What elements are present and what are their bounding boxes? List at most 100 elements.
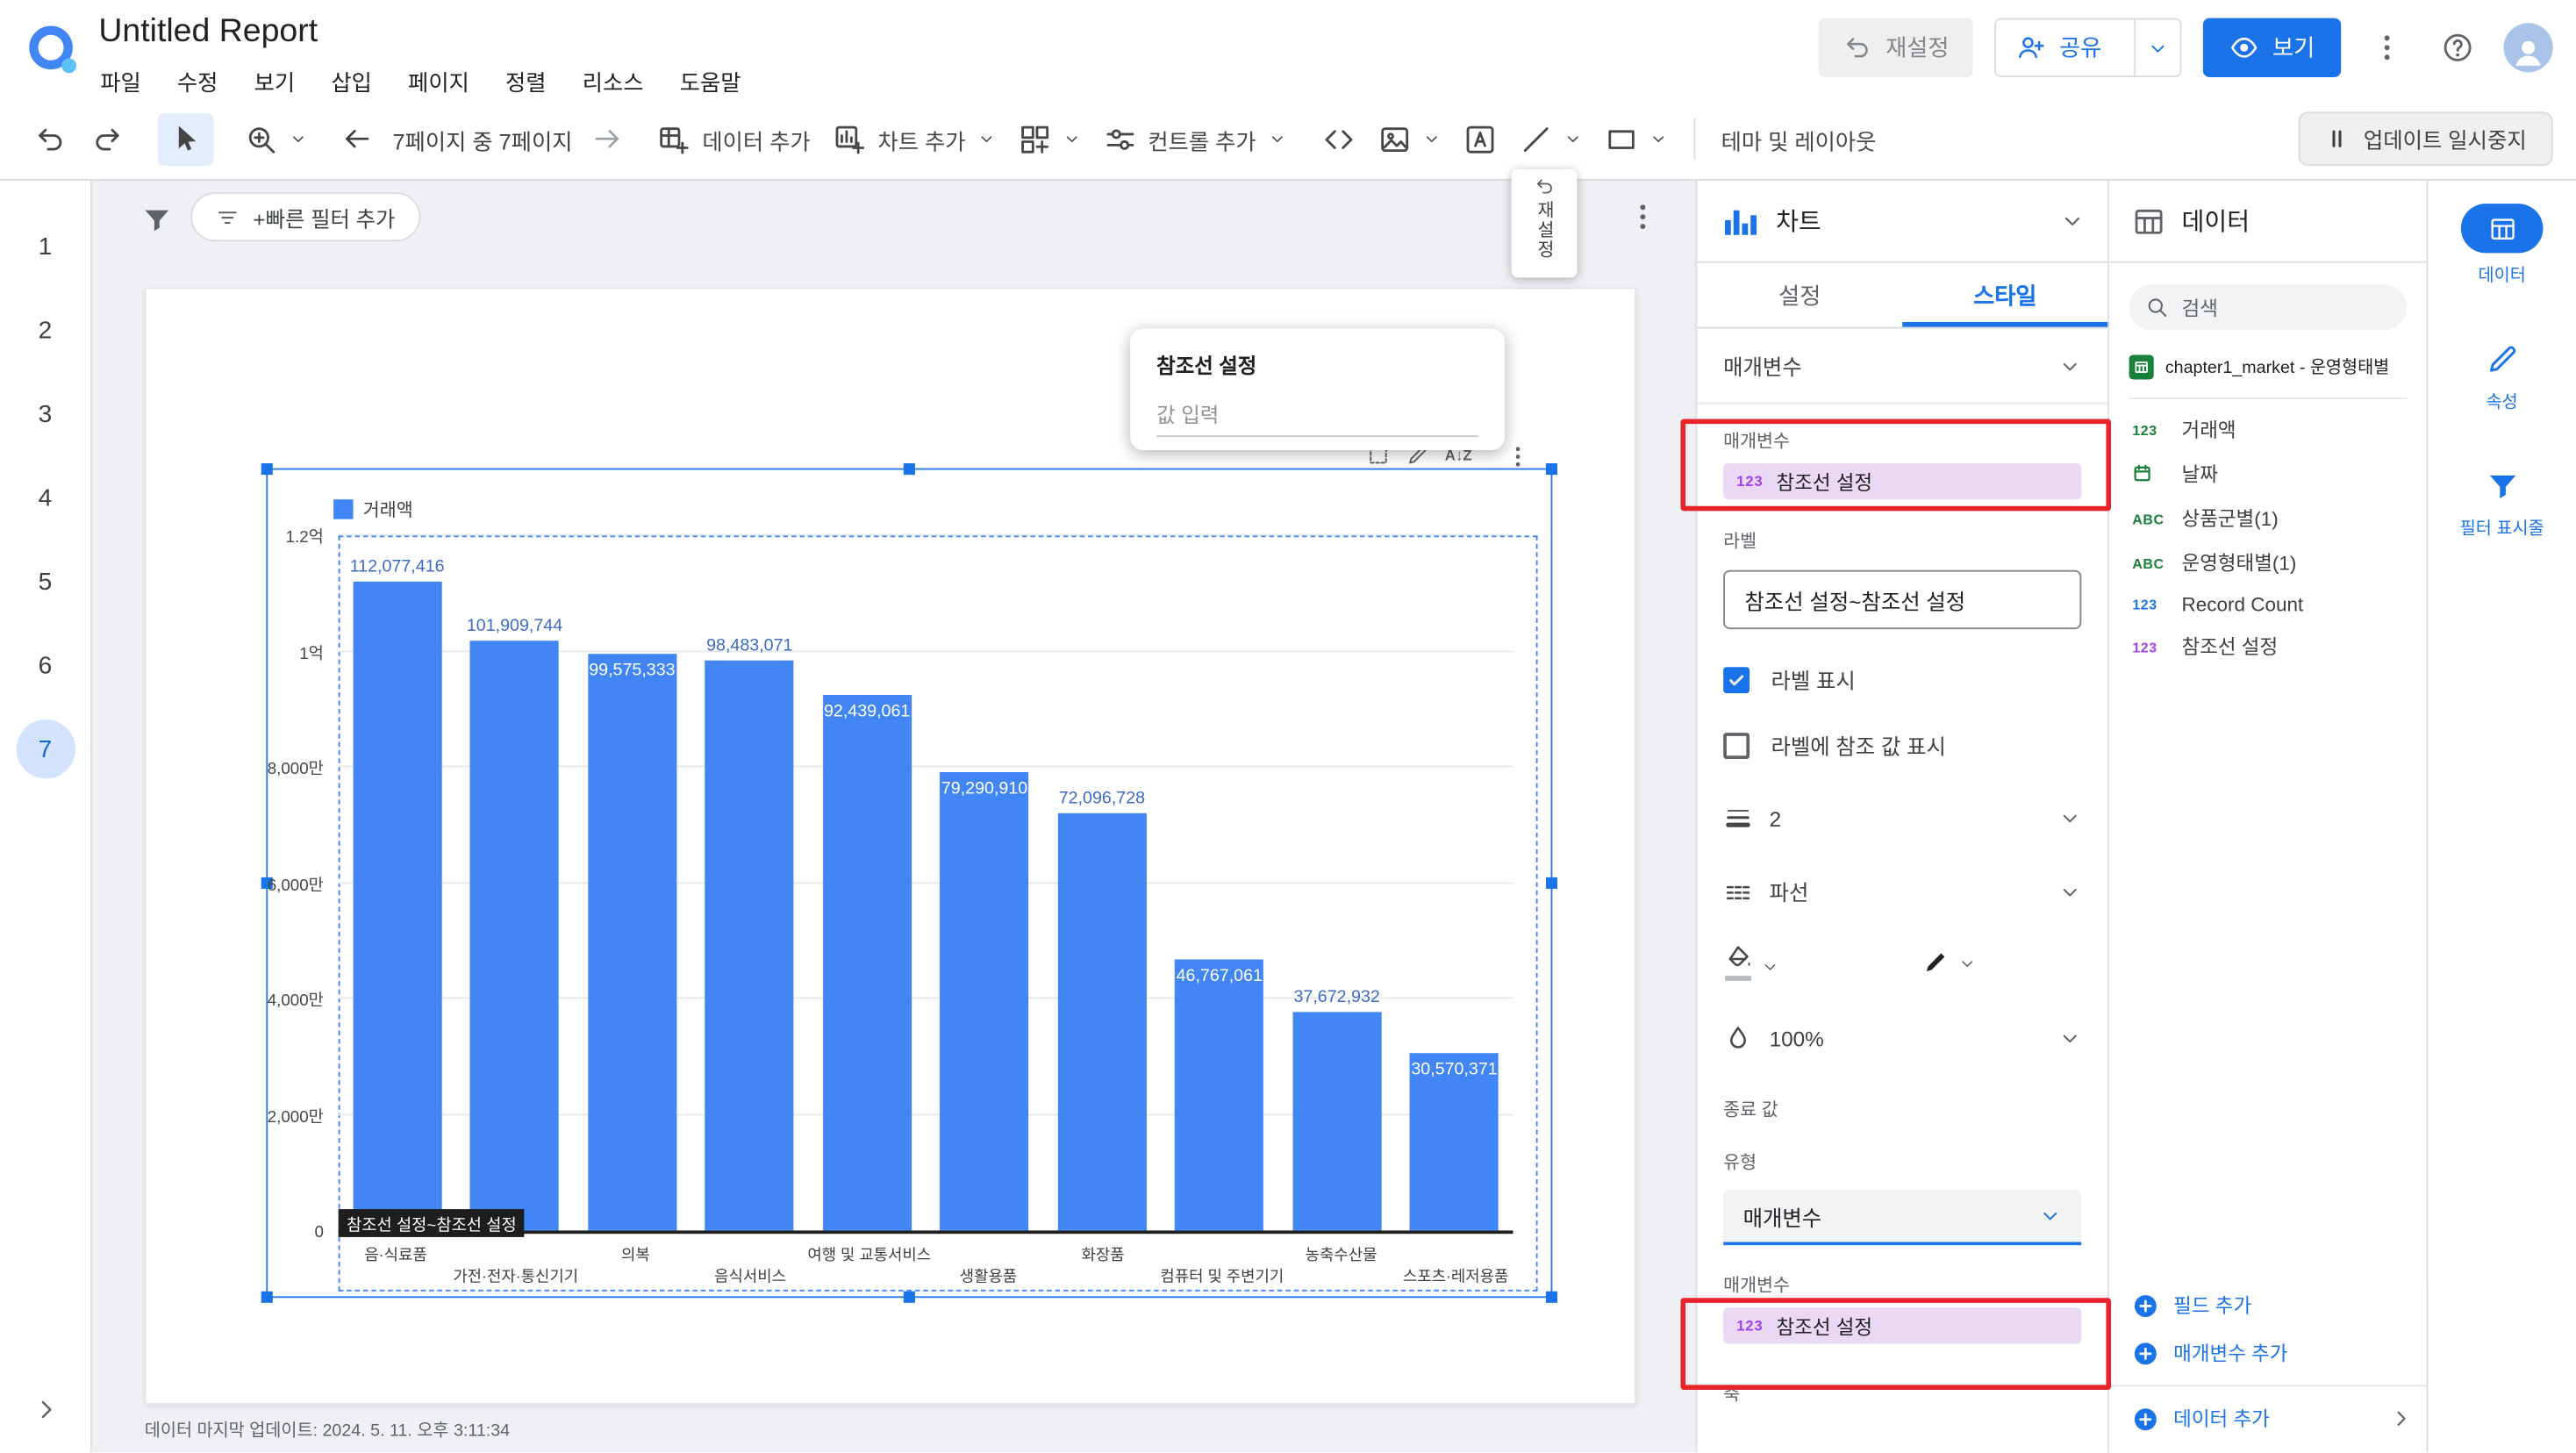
line-weight-dropdown[interactable]: 2 (1723, 804, 2081, 834)
url-embed-button[interactable] (1310, 112, 1366, 165)
redo-button[interactable] (79, 112, 135, 165)
bar[interactable]: 30,570,371 (1409, 1053, 1499, 1231)
cursor-tool-button[interactable] (157, 112, 214, 166)
selection-handle[interactable] (261, 1291, 273, 1303)
field-row[interactable]: ABC 상품군별(1) (2109, 496, 2426, 540)
tab-style[interactable]: 스타일 (1902, 263, 2108, 327)
field-row[interactable]: ABC 운영형태별(1) (2109, 540, 2426, 585)
menu-item[interactable]: 보기 (236, 61, 313, 100)
checkbox-empty-icon[interactable] (1723, 732, 1750, 759)
quick-filter-chip[interactable]: +빠른 필터 추가 (190, 192, 420, 242)
collapse-panel-button[interactable] (2388, 1406, 2413, 1439)
report-title[interactable]: Untitled Report (98, 13, 318, 51)
bar-chart[interactable]: A↓Z 거래액 0 2,000만 4,000만 6,000만 8,000만 1억 1.2억 … (261, 469, 1558, 1303)
menu-item[interactable]: 파일 (82, 61, 160, 100)
share-button[interactable]: 공유 (1994, 18, 2182, 78)
menu-item[interactable]: 리소스 (564, 61, 662, 100)
selection-handle[interactable] (1545, 876, 1558, 889)
field-search-input[interactable]: 검색 (2129, 283, 2408, 331)
bar[interactable]: 37,672,932 (1292, 988, 1382, 1231)
tab-setup[interactable]: 설정 (1697, 263, 1902, 327)
reset-overlay[interactable]: 재설정 (1511, 168, 1578, 278)
rail-data-button[interactable]: 데이터 (2460, 204, 2544, 287)
selection-handle[interactable] (261, 463, 273, 476)
field-row[interactable]: 날짜 (2109, 452, 2426, 497)
chart-more-button[interactable] (1505, 444, 1531, 478)
reference-line-label[interactable]: 참조선 설정~참조선 설정 (338, 1209, 526, 1237)
add-control-button[interactable]: 컨트롤 추가 (1092, 112, 1298, 165)
type-select[interactable]: 매개변수 (1723, 1189, 2082, 1246)
page-button[interactable]: 5 (16, 552, 75, 611)
add-chart-button[interactable]: 차트 추가 (822, 112, 1007, 165)
image-button[interactable] (1366, 112, 1451, 165)
bar[interactable]: 92,439,061 (822, 695, 912, 1231)
reset-button[interactable]: 재설정 (1818, 18, 1974, 78)
add-data-button[interactable]: 데이터 추가 (2109, 1395, 2426, 1442)
show-label-checkbox-row[interactable]: 라벨 표시 (1723, 663, 2081, 695)
next-page-icon[interactable] (592, 123, 624, 154)
bar[interactable]: 101,909,744 (467, 616, 562, 1231)
page-button[interactable]: 3 (16, 384, 75, 443)
undo-button[interactable] (23, 112, 79, 165)
shape-button[interactable] (1593, 112, 1678, 165)
chevron-down-icon[interactable] (2060, 209, 2085, 233)
line-style-dropdown[interactable]: 파선 (1723, 876, 2081, 907)
share-button-main[interactable]: 공유 (1997, 19, 2122, 75)
page-button[interactable]: 6 (16, 636, 75, 695)
page-button[interactable]: 2 (16, 301, 75, 360)
rail-properties-button[interactable]: 속성 (2480, 337, 2523, 414)
share-menu-caret[interactable] (2134, 19, 2180, 76)
expand-page-rail-button[interactable] (31, 1395, 61, 1433)
canvas-more-button[interactable] (1627, 200, 1659, 241)
opacity-dropdown[interactable]: 100% (1723, 1024, 2081, 1054)
bar[interactable]: 46,767,061 (1175, 959, 1264, 1231)
menu-item[interactable]: 도움말 (662, 61, 759, 100)
field-row[interactable]: 123 Record Count (2109, 585, 2426, 625)
menu-item[interactable]: 페이지 (390, 61, 487, 100)
add-component-button[interactable] (1006, 112, 1091, 165)
line-button[interactable] (1507, 112, 1592, 165)
add-field-button[interactable]: 필드 추가 (2109, 1281, 2426, 1328)
field-row[interactable]: 123 거래액 (2109, 407, 2426, 452)
looker-studio-logo-icon[interactable] (23, 19, 82, 78)
selection-handle[interactable] (1545, 1291, 1558, 1303)
bar[interactable]: 112,077,416 (350, 557, 445, 1231)
rail-filter-bar-button[interactable]: 필터 표시줄 (2460, 463, 2544, 540)
previous-page-icon[interactable] (341, 123, 373, 154)
text-button[interactable] (1451, 112, 1507, 165)
show-ref-value-checkbox-row[interactable]: 라벨에 참조 값 표시 (1723, 729, 2081, 761)
more-options-button[interactable] (2363, 23, 2412, 72)
bar[interactable]: 72,096,728 (1057, 788, 1147, 1231)
zoom-tool-button[interactable] (233, 112, 318, 165)
checkbox-checked-icon[interactable] (1723, 666, 1750, 693)
selection-handle[interactable] (1545, 463, 1558, 476)
menu-item[interactable]: 수정 (159, 61, 236, 100)
menu-item[interactable]: 삽입 (313, 61, 390, 100)
add-parameter-button[interactable]: 매개변수 추가 (2109, 1329, 2426, 1377)
label-text-input[interactable]: 참조선 설정~참조선 설정 (1723, 569, 2082, 630)
bar[interactable]: 79,290,910 (940, 771, 1029, 1231)
data-source-row[interactable]: chapter1_market - 운영형태별 (2129, 354, 2408, 399)
reference-value-input[interactable]: 값 입력 (1156, 397, 1479, 438)
page-button[interactable]: 1 (16, 217, 75, 276)
theme-layout-button[interactable]: 테마 및 레이아웃 (1709, 112, 1887, 165)
parameter-chip[interactable]: 123 참조선 설정 (1723, 1307, 2082, 1344)
help-button[interactable] (2433, 23, 2482, 72)
menu-item[interactable]: 정렬 (487, 61, 564, 100)
selection-handle[interactable] (902, 1291, 914, 1303)
field-row[interactable]: 123 참조선 설정 (2109, 625, 2426, 669)
bar[interactable]: 98,483,071 (705, 635, 794, 1231)
canvas[interactable]: +빠른 필터 추가 재설정 A↓Z 거래액 0 2,000만 4,000만 6,… (91, 168, 1696, 1453)
page-button[interactable]: 4 (16, 469, 75, 527)
pause-updates-button[interactable]: 업데이트 일시중지 (2297, 111, 2553, 167)
add-data-button[interactable]: 데이터 추가 (647, 112, 822, 165)
page-indicator[interactable]: 7페이지 중 7페이지 (393, 122, 573, 154)
parameter-chip[interactable]: 123 참조선 설정 (1723, 463, 2082, 500)
bar[interactable]: 99,575,333 (587, 654, 676, 1231)
selection-handle[interactable] (902, 463, 914, 476)
view-button[interactable]: 보기 (2203, 18, 2342, 78)
parameter-section-row[interactable]: 매개변수 (1697, 328, 2108, 404)
border-color-picker[interactable] (1921, 947, 1977, 977)
user-avatar[interactable] (2503, 23, 2553, 73)
fill-color-picker[interactable] (1723, 943, 1779, 981)
